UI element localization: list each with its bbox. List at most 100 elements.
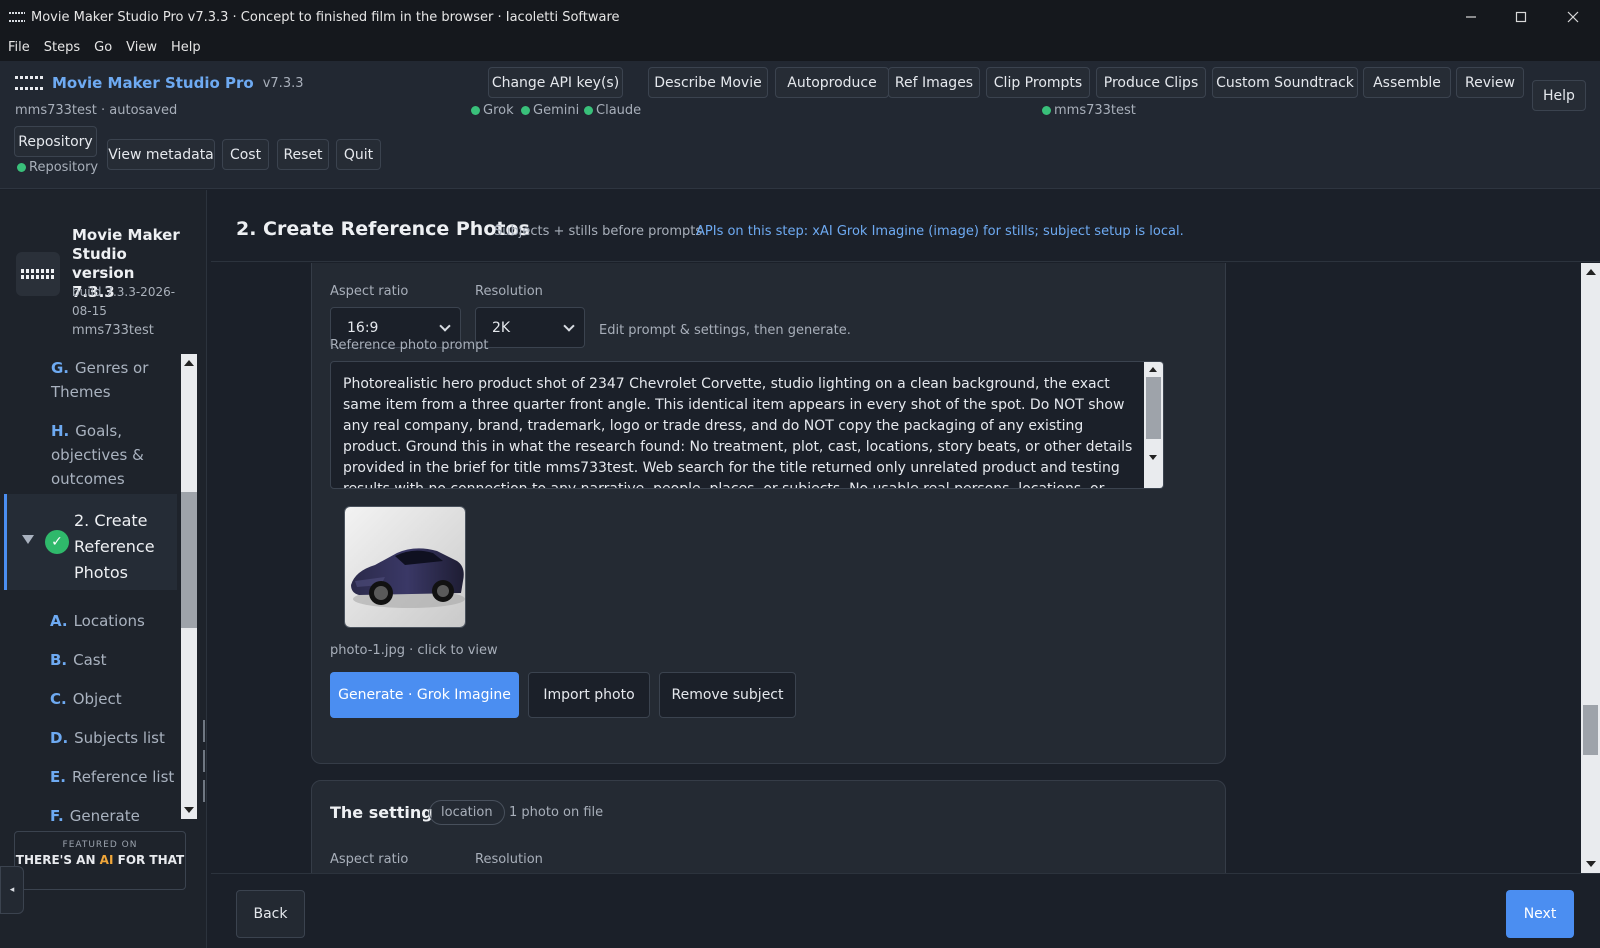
nav-item-locations[interactable]: A. Locations bbox=[4, 609, 177, 633]
generate-grok-button[interactable]: Generate · Grok Imagine bbox=[330, 672, 519, 718]
repository-status: Repository bbox=[17, 160, 98, 175]
status-dot-icon bbox=[1042, 106, 1051, 115]
nav-item-subjects-list[interactable]: D. Subjects list bbox=[4, 726, 177, 750]
photo-caption[interactable]: photo-1.jpg · click to view bbox=[330, 643, 498, 658]
photo-count: 1 photo on file bbox=[509, 805, 604, 820]
expand-triangle-icon[interactable] bbox=[22, 535, 34, 544]
wizard-footer: Back Next bbox=[211, 873, 1600, 948]
status-dot-icon bbox=[584, 106, 593, 115]
sidebar-user: mms733test bbox=[72, 323, 154, 338]
scrollbar-thumb[interactable] bbox=[1583, 705, 1598, 755]
cost-button[interactable]: Cost bbox=[222, 139, 269, 170]
change-api-keys-button[interactable]: Change API key(s) bbox=[488, 67, 623, 98]
nav-item-object[interactable]: C. Object bbox=[4, 687, 177, 711]
step-review-button[interactable]: Review bbox=[1456, 67, 1524, 98]
title-bar: Movie Maker Studio Pro v7.3.3 · Concept … bbox=[0, 0, 1600, 34]
scroll-down-icon[interactable] bbox=[1586, 861, 1596, 867]
subject-card: Aspect ratio 16:9 Resolution 2K Edit pro… bbox=[311, 263, 1226, 764]
close-icon[interactable] bbox=[1548, 0, 1598, 34]
scroll-up-icon[interactable] bbox=[184, 360, 194, 366]
step-autoproduce-button[interactable]: Autoproduce bbox=[775, 67, 889, 98]
menu-bar: File Steps Go View Help bbox=[0, 34, 1600, 61]
api-status-claude: Claude bbox=[584, 103, 641, 118]
step-custom-soundtrack-button[interactable]: Custom Soundtrack bbox=[1212, 67, 1358, 98]
help-button[interactable]: Help bbox=[1532, 80, 1586, 111]
nav-item-create-reference-photos[interactable]: ✓ 2. Create Reference Photos bbox=[4, 494, 177, 590]
page-title: 2. Create Reference Photos bbox=[236, 218, 530, 240]
page-header: 2. Create Reference Photos Subjects + st… bbox=[211, 190, 1600, 262]
car-photo-image bbox=[345, 507, 465, 627]
content-scroll-area: Aspect ratio 16:9 Resolution 2K Edit pro… bbox=[211, 263, 1581, 873]
clapper-logo-icon bbox=[16, 252, 60, 296]
setting-title: The setting bbox=[330, 803, 433, 822]
next-button[interactable]: Next bbox=[1506, 890, 1574, 938]
page-subtitle: Subjects + stills before prompts bbox=[494, 224, 703, 239]
setting-resolution-label: Resolution bbox=[475, 852, 543, 867]
menu-help[interactable]: Help bbox=[171, 40, 201, 55]
nav-item-generate[interactable]: F. Generate bbox=[4, 804, 177, 821]
menu-go[interactable]: Go bbox=[94, 40, 112, 55]
main-scrollbar[interactable] bbox=[1581, 263, 1600, 873]
menu-steps[interactable]: Steps bbox=[44, 40, 80, 55]
app-header: Movie Maker Studio Pro v7.3.3 mms733test… bbox=[0, 61, 1600, 189]
reset-button[interactable]: Reset bbox=[277, 139, 329, 170]
status-dot-icon bbox=[521, 106, 530, 115]
app-name: Movie Maker Studio Pro bbox=[52, 74, 254, 92]
generate-hint: Edit prompt & settings, then generate. bbox=[599, 323, 851, 338]
brand: Movie Maker Studio Pro v7.3.3 bbox=[15, 74, 304, 92]
nav-item-cast[interactable]: B. Cast bbox=[4, 648, 177, 672]
featured-badge[interactable]: FEATURED ON THERE'S AN AI FOR THAT bbox=[14, 831, 186, 890]
maximize-icon[interactable] bbox=[1496, 0, 1546, 34]
scrollbar-thumb[interactable] bbox=[1146, 377, 1161, 439]
step-nav: G. Genres or Themes H. Goals, objectives &… bbox=[4, 352, 177, 821]
chevron-down-icon bbox=[439, 320, 451, 332]
aspect-ratio-label: Aspect ratio bbox=[330, 284, 409, 299]
nav-item-reference-list[interactable]: E. Reference list bbox=[4, 765, 177, 789]
project-indicator: mms733test bbox=[1042, 103, 1136, 118]
clapper-logo-icon bbox=[15, 76, 44, 90]
reference-prompt-textarea[interactable]: Photorealistic hero product shot of 2347… bbox=[330, 361, 1164, 489]
chevron-down-icon bbox=[563, 320, 575, 332]
status-dot-icon bbox=[17, 163, 26, 172]
check-icon: ✓ bbox=[45, 530, 69, 554]
api-status-grok: Grok bbox=[471, 103, 514, 118]
step-describe-movie-button[interactable]: Describe Movie bbox=[648, 67, 768, 98]
scrollbar-thumb[interactable] bbox=[181, 492, 197, 628]
sidebar-scrollbar[interactable] bbox=[181, 354, 197, 819]
prompt-text: Photorealistic hero product shot of 2347… bbox=[343, 376, 1133, 489]
nav-item-genres[interactable]: G. Genres or Themes bbox=[4, 356, 177, 404]
sidebar-resize-handle[interactable] bbox=[203, 720, 206, 802]
resolution-label: Resolution bbox=[475, 284, 543, 299]
remove-subject-button[interactable]: Remove subject bbox=[659, 672, 796, 718]
step-clip-prompts-button[interactable]: Clip Prompts bbox=[986, 67, 1090, 98]
featured-badge-text: THERE'S AN AI FOR THAT bbox=[15, 853, 185, 867]
sidebar-build: build 7.3.3-2026-08-15 bbox=[72, 285, 176, 318]
app-version: v7.3.3 bbox=[262, 75, 304, 91]
scroll-down-icon[interactable] bbox=[184, 807, 194, 813]
scroll-up-icon[interactable] bbox=[1586, 269, 1596, 275]
location-chip: location bbox=[429, 800, 505, 825]
reference-photo-thumbnail[interactable] bbox=[344, 506, 466, 628]
quit-button[interactable]: Quit bbox=[336, 139, 381, 170]
step-ref-images-button[interactable]: Ref Images bbox=[888, 67, 980, 98]
main-panel: 2. Create Reference Photos Subjects + st… bbox=[211, 190, 1600, 948]
collapse-sidebar-icon[interactable]: ◂ bbox=[0, 866, 24, 914]
status-dot-icon bbox=[471, 106, 480, 115]
page-api-note: APIs on this step: xAI Grok Imagine (ima… bbox=[696, 224, 1184, 239]
prompt-scrollbar[interactable] bbox=[1144, 362, 1163, 488]
app-icon bbox=[9, 12, 25, 22]
menu-file[interactable]: File bbox=[8, 40, 30, 55]
menu-view[interactable]: View bbox=[126, 40, 157, 55]
view-metadata-button[interactable]: View metadata bbox=[107, 139, 215, 170]
scroll-up-icon[interactable] bbox=[1149, 367, 1157, 372]
import-photo-button[interactable]: Import photo bbox=[528, 672, 650, 718]
scroll-down-icon[interactable] bbox=[1149, 455, 1157, 460]
minimize-icon[interactable] bbox=[1446, 0, 1496, 34]
repository-button[interactable]: Repository bbox=[14, 126, 97, 157]
back-button[interactable]: Back bbox=[236, 890, 305, 938]
step-assemble-button[interactable]: Assemble bbox=[1363, 67, 1451, 98]
nav-item-goals[interactable]: H. Goals, objectives & outcomes bbox=[4, 419, 177, 491]
step-produce-clips-button[interactable]: Produce Clips bbox=[1096, 67, 1206, 98]
prompt-label: Reference photo prompt bbox=[330, 338, 489, 353]
resolution-select[interactable]: 2K bbox=[475, 307, 585, 348]
